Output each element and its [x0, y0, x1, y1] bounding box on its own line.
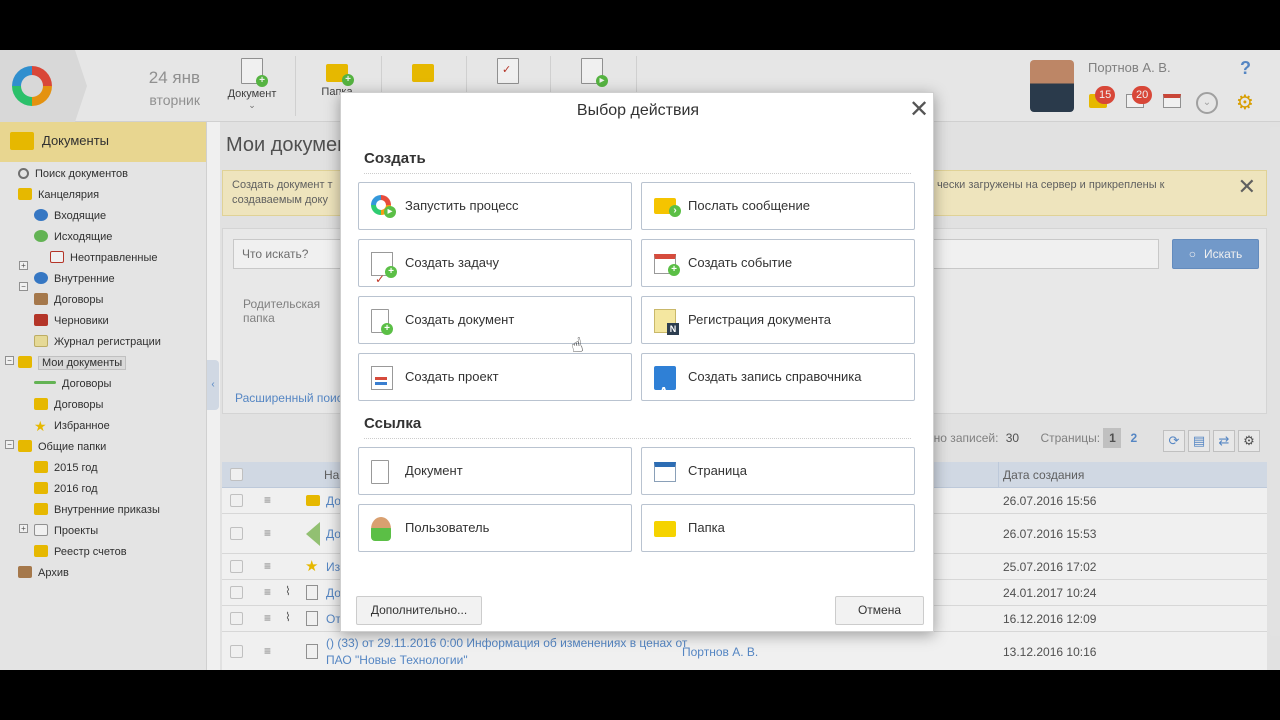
send-message-label: Послать сообщение — [688, 198, 810, 213]
link-user-label: Пользователь — [405, 520, 490, 535]
create-task-button[interactable]: + Создать задачу — [358, 239, 632, 302]
close-icon[interactable]: ✕ — [909, 98, 929, 122]
create-event-label: Создать событие — [688, 255, 793, 270]
process-ring-icon: ▸ — [371, 195, 396, 218]
task-icon: + — [371, 252, 397, 302]
link-folder-label: Папка — [688, 520, 725, 535]
app-window: 24 янв вторник + Документ ⌄ + Папка ✓ ▸ … — [0, 50, 1280, 670]
start-process-button[interactable]: ▸ Запустить процесс — [358, 182, 632, 230]
dialog-title: Выбор действия — [576, 102, 700, 119]
create-document-button[interactable]: + Создать документ — [358, 296, 632, 344]
send-message-button[interactable]: › Послать сообщение — [641, 182, 915, 230]
link-user-button[interactable]: Пользователь — [358, 504, 632, 552]
create-project-label: Создать проект — [405, 369, 499, 384]
create-event-button[interactable]: + Создать событие — [641, 239, 915, 287]
create-directory-record-button[interactable]: Создать запись справочника — [641, 353, 915, 415]
document-plus-icon: + — [371, 309, 393, 335]
project-icon — [371, 366, 393, 390]
registration-icon — [654, 309, 679, 335]
folder-icon — [654, 521, 676, 537]
link-page-button[interactable]: Страница — [641, 447, 915, 495]
user-icon — [371, 517, 391, 541]
create-project-button[interactable]: Создать проект — [358, 353, 632, 401]
create-task-label: Создать задачу — [405, 255, 500, 270]
directory-book-icon — [654, 366, 676, 415]
register-document-label: Регистрация документа — [688, 312, 831, 327]
envelope-icon: › — [654, 198, 681, 217]
create-document-label: Создать документ — [405, 312, 515, 327]
link-folder-button[interactable]: Папка — [641, 504, 915, 552]
link-document-label: Документ — [405, 463, 463, 478]
link-document-button[interactable]: Документ — [358, 447, 632, 495]
cancel-button[interactable]: Отмена — [835, 596, 924, 625]
create-directory-record-label: Создать запись справочника — [688, 369, 862, 384]
section-create-title: Создать — [364, 150, 426, 167]
calendar-icon: + — [654, 254, 680, 276]
document-icon — [371, 460, 389, 484]
register-document-button[interactable]: Регистрация документа — [641, 296, 915, 344]
action-dialog: Выбор действия ✕ Создать ▸ Запустить про… — [340, 92, 934, 632]
page-icon — [654, 462, 676, 482]
start-process-label: Запустить процесс — [405, 198, 519, 213]
link-page-label: Страница — [688, 463, 747, 478]
section-link-title: Ссылка — [364, 415, 422, 432]
more-button[interactable]: Дополнительно... — [356, 596, 482, 625]
